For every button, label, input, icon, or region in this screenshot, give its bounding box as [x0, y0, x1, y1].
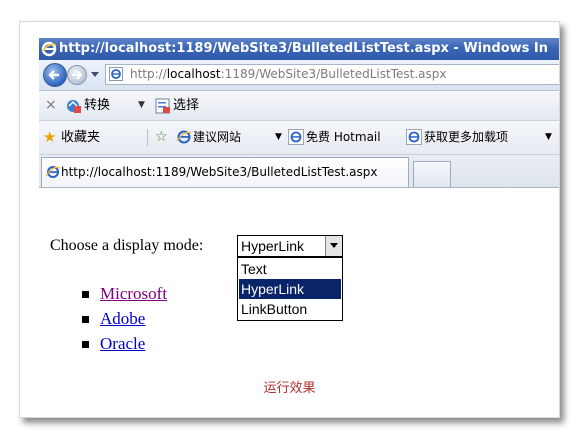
option-hyperlink[interactable]: HyperLink: [239, 279, 341, 299]
page-content: Choose a display mode: HyperLink Text Hy…: [20, 22, 559, 417]
option-linkbutton[interactable]: LinkButton: [239, 299, 341, 319]
display-mode-prompt: Choose a display mode:: [50, 237, 204, 254]
select-options-list: Text HyperLink LinkButton: [237, 257, 343, 321]
dropdown-arrow-icon[interactable]: [325, 236, 342, 256]
bullet-icon: [82, 291, 89, 298]
option-text[interactable]: Text: [239, 259, 341, 279]
screenshot-frame: http://localhost:1189/WebSite3/BulletedL…: [19, 21, 560, 418]
link-adobe[interactable]: Adobe: [100, 309, 145, 329]
link-microsoft[interactable]: Microsoft: [100, 284, 167, 304]
display-mode-select[interactable]: HyperLink: [237, 235, 343, 257]
bullet-icon: [82, 316, 89, 323]
select-value: HyperLink: [241, 238, 305, 254]
link-oracle[interactable]: Oracle: [100, 334, 145, 354]
figure-caption: 运行效果: [263, 381, 316, 396]
bullet-icon: [82, 341, 89, 348]
